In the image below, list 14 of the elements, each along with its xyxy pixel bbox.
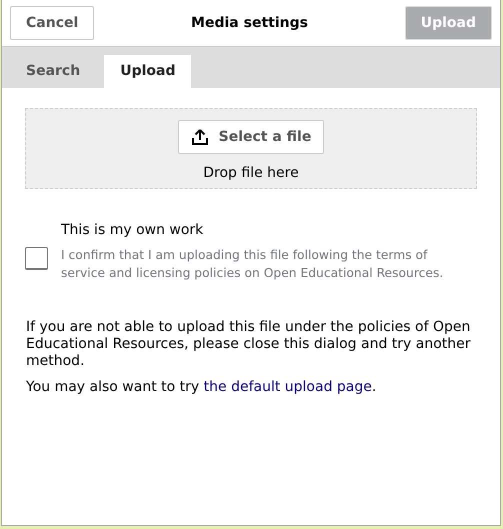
- upload-icon: [190, 128, 209, 146]
- checkbox[interactable]: [25, 246, 48, 270]
- tab[interactable]: Search: [10, 55, 96, 88]
- checkbox-label: This is my own work: [61, 221, 204, 240]
- select-file-button[interactable]: Select a file: [178, 120, 324, 154]
- alternative-text: You may also want to try the default upload page.: [26, 378, 378, 397]
- dialog-title: Media settings: [191, 14, 308, 32]
- drop-hint: Drop file here: [203, 164, 299, 183]
- drop-zone[interactable]: Select a file Drop file here: [25, 108, 477, 189]
- cancel-button[interactable]: Cancel: [10, 6, 94, 40]
- notice-text: If you are not able to upload this file under the policies of Open Educational Resources, please close this dialog and try another method.: [26, 319, 472, 370]
- checkbox-description: I confirm that I am uploading this file following the terms of service and licensing policies on Open Educational Resources.: [61, 247, 444, 282]
- tab[interactable]: Upload: [104, 55, 192, 88]
- default-upload-link[interactable]: the default upload page: [204, 379, 372, 395]
